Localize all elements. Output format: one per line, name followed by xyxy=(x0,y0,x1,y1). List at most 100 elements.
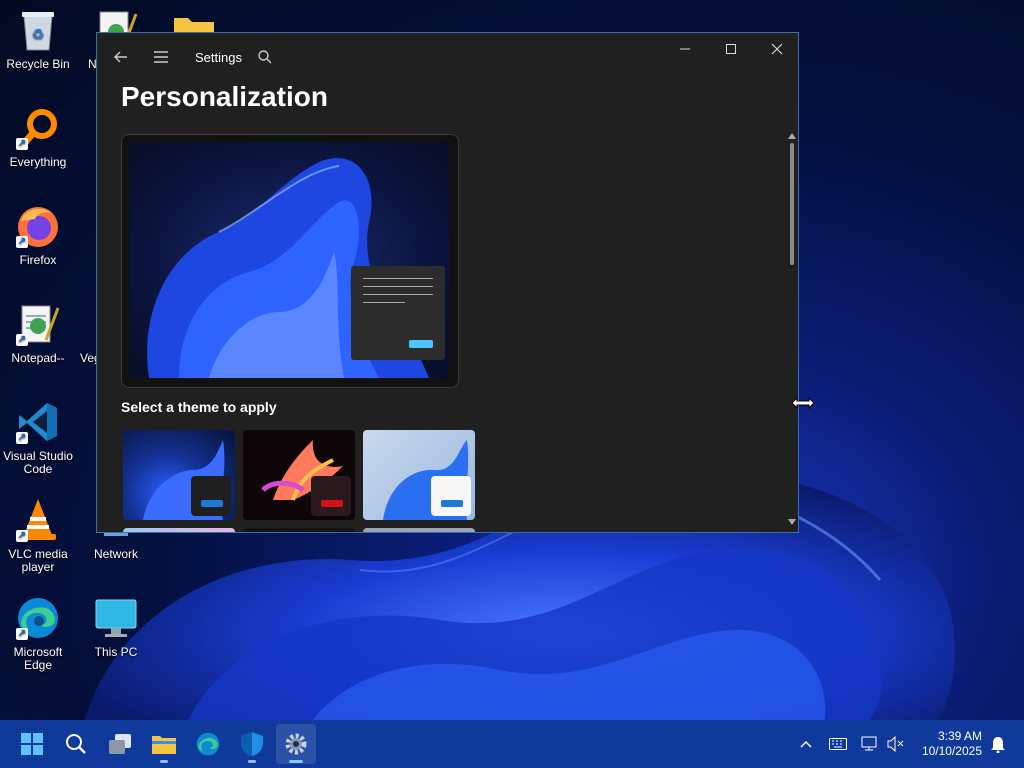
edge-icon xyxy=(196,732,220,756)
vertical-scrollbar[interactable] xyxy=(786,129,798,532)
taskbar-edge[interactable] xyxy=(188,724,228,764)
theme-accent-swatch xyxy=(321,500,343,507)
task-view-button[interactable] xyxy=(100,724,140,764)
clock-date: 10/10/2025 xyxy=(921,744,982,758)
start-button[interactable] xyxy=(12,724,52,764)
active-indicator xyxy=(289,760,303,763)
desktop-icon-this-pc[interactable]: This PC xyxy=(78,594,154,659)
desktop-icon-label: Visual Studio Code xyxy=(3,449,73,476)
search-icon xyxy=(258,50,272,64)
shortcut-arrow-icon: ↗ xyxy=(16,530,28,542)
desktop-icon-label: VLC media player xyxy=(8,547,68,574)
minimize-button[interactable] xyxy=(662,33,708,65)
theme-tile-glow[interactable] xyxy=(243,430,355,520)
volume-tray-button[interactable] xyxy=(884,732,908,756)
system-clock[interactable]: 3:39 AM 10/10/2025 xyxy=(912,729,982,759)
taskbar xyxy=(0,720,1024,768)
desktop-icon-label: Network xyxy=(93,547,138,561)
vscode-icon: ↗ xyxy=(14,398,62,446)
theme-tile-gray[interactable] xyxy=(363,528,475,532)
notifications-button[interactable] xyxy=(986,732,1010,756)
page-title: Personalization xyxy=(121,81,328,112)
volume-muted-icon xyxy=(887,736,904,752)
preview-wallpaper xyxy=(129,142,449,378)
theme-accent-swatch xyxy=(441,500,463,507)
desktop-icon-firefox[interactable]: ↗ Firefox xyxy=(0,202,76,267)
preview-line xyxy=(363,294,433,295)
keyboard-icon xyxy=(829,738,847,750)
folder-icon xyxy=(152,736,176,754)
clock-time: 3:39 AM xyxy=(937,729,982,743)
theme-accent-chip xyxy=(191,476,231,516)
horizontal-resize-cursor-icon xyxy=(791,397,815,409)
vlc-icon: ↗ xyxy=(14,496,62,544)
monitor-icon xyxy=(92,594,140,642)
theme-tile-dark[interactable] xyxy=(243,528,355,532)
show-hidden-icons-button[interactable] xyxy=(794,732,818,756)
theme-accent-swatch xyxy=(201,500,223,507)
desktop-icon-everything[interactable]: ↗ Everything xyxy=(0,104,76,169)
search-icon xyxy=(66,734,86,754)
back-button[interactable] xyxy=(105,41,137,73)
close-icon xyxy=(771,43,783,55)
theme-tile-pastel[interactable] xyxy=(123,528,235,532)
desktop-icon-edge[interactable]: ↗ Microsoft Edge xyxy=(0,594,76,672)
shortcut-arrow-icon: ↗ xyxy=(16,628,28,640)
network-tray-button[interactable] xyxy=(858,732,882,756)
shortcut-arrow-icon: ↗ xyxy=(16,138,28,150)
theme-accent-chip xyxy=(431,476,471,516)
chevron-up-icon xyxy=(800,740,812,748)
desktop-icon-label: Microsoft Edge xyxy=(13,645,63,672)
app-title: Settings xyxy=(195,50,242,65)
preview-line xyxy=(363,286,433,287)
close-button[interactable] xyxy=(754,33,798,65)
settings-window: Settings Personalization Select a theme … xyxy=(96,32,799,533)
back-arrow-icon xyxy=(114,51,127,63)
running-indicator xyxy=(248,760,256,763)
scrollbar-thumb[interactable] xyxy=(790,143,794,265)
svg-text:♻: ♻ xyxy=(32,27,45,43)
desktop-icon-label: Everything xyxy=(9,155,67,169)
taskbar-search-button[interactable] xyxy=(56,724,96,764)
theme-tile-dark-bloom[interactable] xyxy=(123,430,235,520)
recycle-bin-icon: ♻ xyxy=(14,6,62,54)
shortcut-arrow-icon: ↗ xyxy=(16,236,28,248)
scroll-up-arrow-icon[interactable] xyxy=(788,133,796,139)
desktop-icon-vlc[interactable]: ↗ VLC media player xyxy=(0,496,76,574)
desktop-icon-label: Firefox xyxy=(19,253,57,267)
desktop-icon-vscode[interactable]: ↗ Visual Studio Code xyxy=(0,398,76,476)
hamburger-menu-icon xyxy=(154,51,168,63)
gear-icon xyxy=(285,733,307,755)
theme-tile-light-bloom[interactable] xyxy=(363,430,475,520)
network-icon xyxy=(861,736,877,751)
preview-line xyxy=(363,302,405,303)
desktop-icon-label: Recycle Bin xyxy=(6,57,70,71)
notification-bell-icon xyxy=(991,737,1005,753)
minimize-icon xyxy=(680,48,690,50)
desktop-icon-notepad[interactable]: ↗ Notepad-- xyxy=(0,300,76,365)
maximize-icon xyxy=(726,44,736,54)
preview-accent-button xyxy=(409,340,433,348)
maximize-button[interactable] xyxy=(708,33,754,65)
shortcut-arrow-icon: ↗ xyxy=(16,432,28,444)
theme-accent-chip xyxy=(311,476,351,516)
taskbar-defender[interactable] xyxy=(232,724,272,764)
taskbar-settings[interactable] xyxy=(276,724,316,764)
navigation-menu-button[interactable] xyxy=(145,41,177,73)
desktop-icon-label: This PC xyxy=(94,645,138,659)
search-button[interactable] xyxy=(249,41,281,73)
desktop-icon-recycle-bin[interactable]: ♻ Recycle Bin xyxy=(0,6,76,71)
title-bar[interactable]: Settings xyxy=(97,33,798,81)
notepad-icon: ↗ xyxy=(14,300,62,348)
scroll-down-arrow-icon[interactable] xyxy=(788,519,796,525)
theme-preview xyxy=(121,134,459,388)
taskbar-file-explorer[interactable] xyxy=(144,724,184,764)
running-indicator xyxy=(160,760,168,763)
windows-logo-icon xyxy=(21,733,43,755)
firefox-icon: ↗ xyxy=(14,202,62,250)
edge-icon: ↗ xyxy=(14,594,62,642)
task-view-icon xyxy=(109,734,131,754)
everything-icon: ↗ xyxy=(14,104,62,152)
desktop-icon-label: Notepad-- xyxy=(11,351,65,365)
keyboard-tray-button[interactable] xyxy=(826,732,850,756)
